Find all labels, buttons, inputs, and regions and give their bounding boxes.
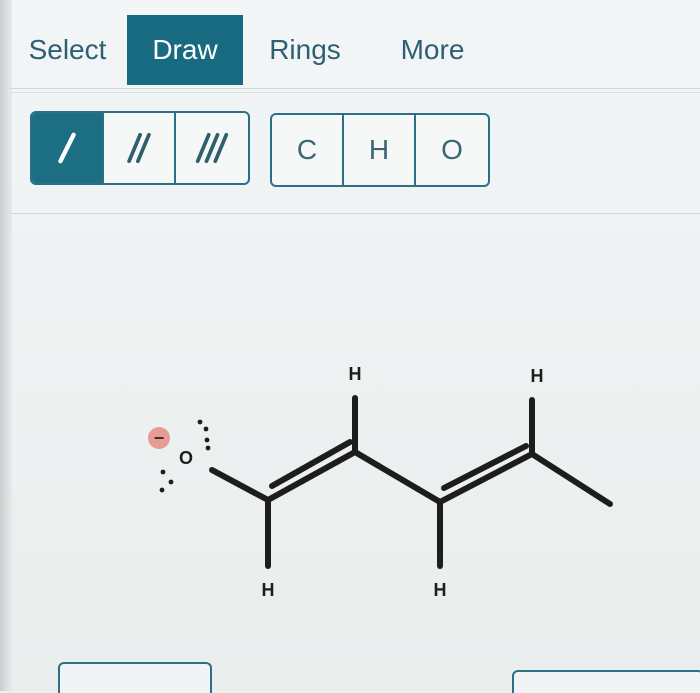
atom-o-button[interactable]: O: [416, 115, 488, 185]
bottom-control-right[interactable]: [512, 670, 700, 693]
triple-bond-button[interactable]: [176, 113, 248, 183]
tab-select[interactable]: Select: [10, 15, 125, 85]
bond-c3-c4: [437, 451, 535, 505]
single-bond-button[interactable]: [32, 113, 104, 183]
tab-more[interactable]: More: [380, 15, 485, 85]
double-bond-button[interactable]: [104, 113, 176, 183]
hydrogen-atom-c3: H: [434, 580, 447, 600]
bond-c4-c5: [529, 451, 613, 507]
negative-charge-sign: −: [154, 428, 165, 448]
atom-tool-group: C H O: [270, 113, 490, 187]
drawing-canvas[interactable]: − O H H H H: [10, 214, 700, 674]
bond-tool-group: [30, 111, 250, 185]
bond-o-c1: [209, 467, 271, 503]
bottom-control-left[interactable]: [58, 662, 212, 693]
single-bond-icon: [58, 132, 76, 164]
menu-bar: Select Draw Rings More: [10, 10, 700, 89]
hydrogen-atom-c1: H: [262, 580, 275, 600]
oxygen-atom: O: [179, 448, 193, 468]
hydrogen-atom-c4: H: [531, 366, 544, 386]
atom-c-button[interactable]: C: [272, 115, 344, 185]
bond-c1-c2: [265, 449, 358, 503]
toolbar: C H O: [10, 92, 700, 214]
tab-rings[interactable]: Rings: [255, 15, 355, 85]
triple-bond-icon: [195, 132, 229, 164]
hydrogen-atom-c2: H: [349, 364, 362, 384]
bond-c2-c3: [352, 449, 443, 505]
molecule-drawing: − O H H H H: [148, 364, 613, 600]
double-bond-icon: [127, 132, 151, 164]
tab-draw[interactable]: Draw: [127, 15, 243, 85]
atom-h-button[interactable]: H: [344, 115, 416, 185]
